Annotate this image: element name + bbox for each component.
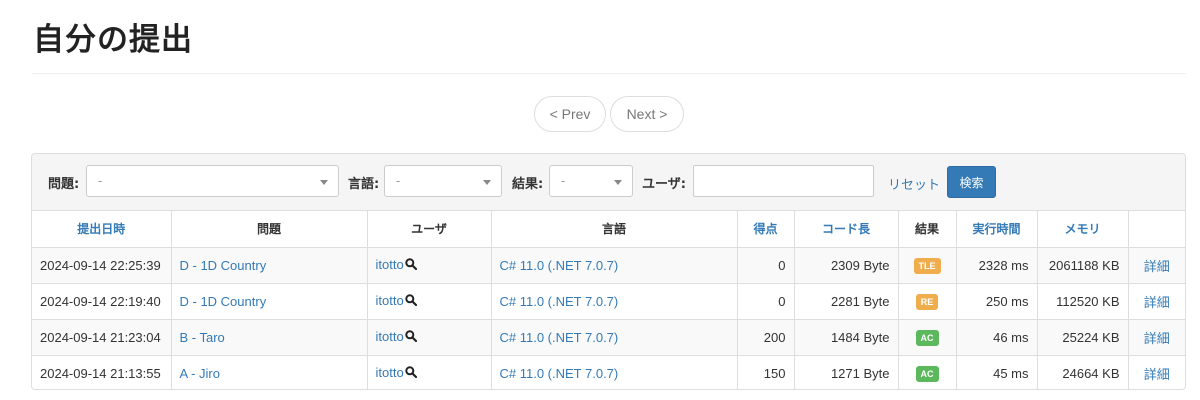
submit-time: 2024-09-14 21:13:55 [32,355,172,389]
next-page-button[interactable]: Next > [610,96,684,132]
header-memory[interactable]: メモリ [1037,211,1129,248]
submit-time: 2024-09-14 22:25:39 [32,247,172,284]
header-score[interactable]: 得点 [737,211,795,248]
result-select[interactable]: - [549,165,633,197]
table-header-row: 提出日時 問題 ユーザ 言語 得点 コード長 結果 実行時間 メモリ [32,211,1185,248]
submissions-panel: 問題: - 言語: - 結果: - ユーザ: リセット 検索 提出日時 問題 ユ… [31,153,1186,390]
code-length: 1271 Byte [794,355,899,389]
result-select-value: - [561,174,566,188]
magnifier-icon[interactable] [404,330,417,345]
user-link[interactable]: itotto [376,329,404,344]
problem-link[interactable]: B - Taro [180,330,225,345]
score: 0 [737,247,795,284]
problem-link[interactable]: D - 1D Country [180,294,267,309]
detail-link[interactable]: 詳細 [1144,259,1170,274]
language-link[interactable]: C# 11.0 (.NET 7.0.7) [500,294,619,309]
result-badge: AC [915,329,939,346]
table-row: 2024-09-14 22:19:40 D - 1D Country itott… [32,283,1185,320]
problem-filter-label: 問題: [48,177,80,192]
language-select[interactable]: - [384,165,502,197]
search-button[interactable]: 検索 [947,166,996,198]
result-badge: RE [915,293,939,310]
page-title: 自分の提出 [33,22,193,58]
header-submit-time[interactable]: 提出日時 [32,211,172,248]
problem-select-value: - [98,174,103,188]
memory: 25224 KB [1037,319,1129,356]
table-row: 2024-09-14 22:25:39 D - 1D Country itott… [32,247,1185,284]
user-link[interactable]: itotto [376,365,404,380]
problem-link[interactable]: A - Jiro [180,366,220,381]
language-link[interactable]: C# 11.0 (.NET 7.0.7) [500,330,619,345]
submit-time: 2024-09-14 21:23:04 [32,319,172,356]
user-link[interactable]: itotto [376,257,404,272]
code-length: 2281 Byte [794,283,899,320]
header-user: ユーザ [367,211,492,248]
user-input[interactable] [693,165,874,197]
code-length: 1484 Byte [794,319,899,356]
memory: 24664 KB [1037,355,1129,389]
detail-link[interactable]: 詳細 [1144,331,1170,346]
score: 150 [737,355,795,389]
title-divider [32,73,1186,74]
memory: 112520 KB [1037,283,1129,320]
header-language: 言語 [491,211,738,248]
filter-bar: 問題: - 言語: - 結果: - ユーザ: リセット 検索 [32,154,1185,211]
header-code-length[interactable]: コード長 [794,211,899,248]
detail-link[interactable]: 詳細 [1144,295,1170,310]
header-detail [1128,211,1185,248]
result-filter-label: 結果: [512,177,544,192]
detail-link[interactable]: 詳細 [1144,367,1170,382]
user-filter-label: ユーザ: [642,177,686,192]
caret-down-icon [483,180,491,185]
user-link[interactable]: itotto [376,293,404,308]
problem-select[interactable]: - [86,165,339,197]
exec-time: 46 ms [956,319,1038,356]
magnifier-icon[interactable] [404,294,417,309]
score: 200 [737,319,795,356]
exec-time: 45 ms [956,355,1038,389]
caret-down-icon [320,180,328,185]
submit-time: 2024-09-14 22:19:40 [32,283,172,320]
problem-link[interactable]: D - 1D Country [180,258,267,273]
result-badge: TLE [913,257,941,274]
memory: 2061188 KB [1037,247,1129,284]
language-select-value: - [396,174,401,188]
exec-time: 2328 ms [956,247,1038,284]
submissions-table: 提出日時 問題 ユーザ 言語 得点 コード長 結果 実行時間 メモリ 2024-… [32,211,1185,389]
pager: < Prev Next > [534,96,684,132]
caret-down-icon [614,180,622,185]
exec-time: 250 ms [956,283,1038,320]
header-exec-time[interactable]: 実行時間 [956,211,1038,248]
magnifier-icon[interactable] [404,258,417,273]
table-row: 2024-09-14 21:23:04 B - Taro itotto C# 1… [32,319,1185,356]
header-result: 結果 [898,211,957,248]
code-length: 2309 Byte [794,247,899,284]
prev-page-button[interactable]: < Prev [534,96,606,132]
reset-link[interactable]: リセット [888,174,940,193]
result-badge: AC [915,365,939,382]
header-problem: 問題 [171,211,368,248]
language-link[interactable]: C# 11.0 (.NET 7.0.7) [500,366,619,381]
language-filter-label: 言語: [348,177,380,192]
magnifier-icon[interactable] [404,366,417,381]
language-link[interactable]: C# 11.0 (.NET 7.0.7) [500,258,619,273]
table-row: 2024-09-14 21:13:55 A - Jiro itotto C# 1… [32,355,1185,389]
score: 0 [737,283,795,320]
